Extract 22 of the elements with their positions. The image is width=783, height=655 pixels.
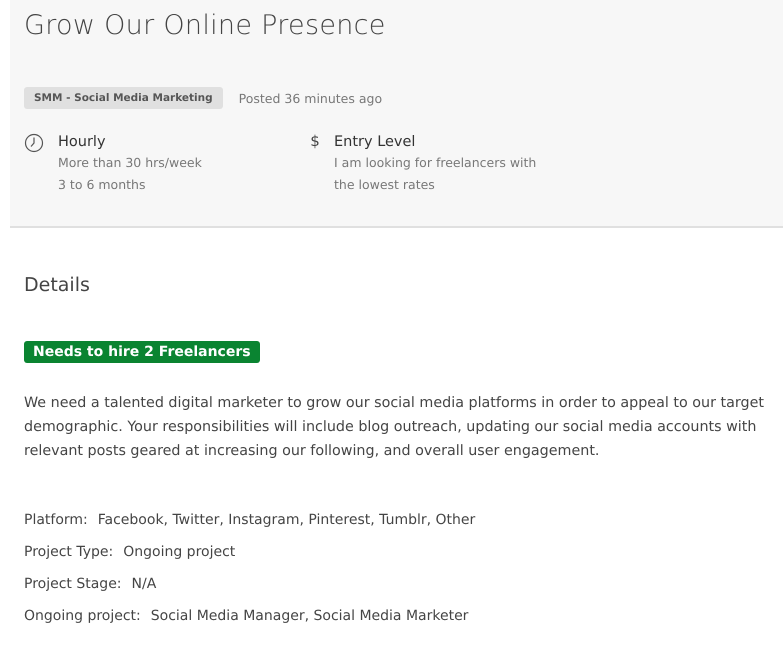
property-value: Social Media Manager, Social Media Marketer [150,607,468,626]
section-heading: Details [24,274,91,296]
posted-time: Posted 36 minutes ago [238,90,382,106]
meta-detail: 3 to 6 months [58,176,146,194]
meta-heading: Hourly [58,133,107,152]
clock-icon [24,133,44,153]
dollar-icon: $ [310,132,320,196]
hire-badge: Needs to hire 2 Freelancers [24,341,260,363]
property-value: N/A [132,575,156,594]
property-value: Ongoing project [123,543,236,562]
meta-detail: I am looking for freelancers with [334,154,536,172]
property-label: Ongoing project: [24,607,141,626]
description: We need a talented digital marketer to grow our social media platforms in order to appeal to our target demographic. Your responsibilities will include blog outreach, updating our social media accounts with relevant posts geared at increasing our following, and overall user engagement. [24,394,765,461]
job-title: Grow Our Online Presence [24,10,387,41]
meta-detail: More than 30 hrs/week [58,154,202,172]
meta-detail: the lowest rates [334,176,436,194]
property-label: Platform: [24,511,88,530]
property-label: Project Type: [24,543,114,562]
meta-heading: Entry Level [334,133,416,152]
property-label: Project Stage: [24,575,122,594]
property-value: Facebook, Twitter, Instagram, Pinterest, Tumblr, Other [98,511,476,530]
category-tag[interactable]: SMM - Social Media Marketing [24,87,223,109]
